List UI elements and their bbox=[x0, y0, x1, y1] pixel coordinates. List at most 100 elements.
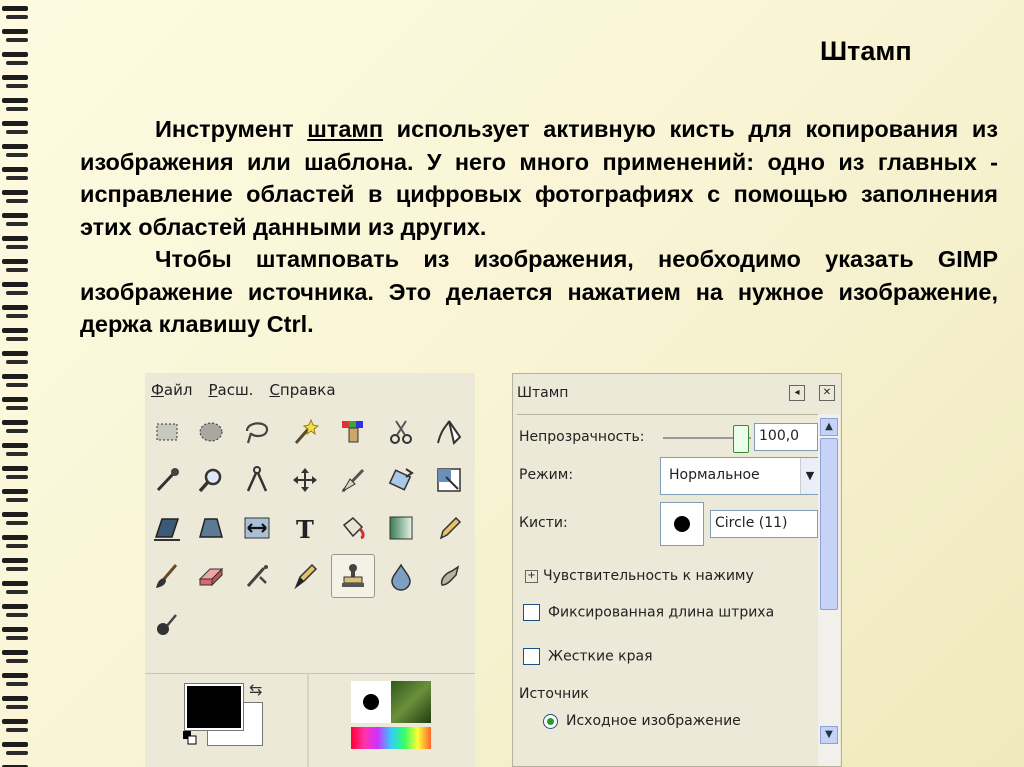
chevron-down-icon[interactable]: ▼ bbox=[800, 458, 819, 494]
pressure-label: Чувствительность к нажиму bbox=[543, 568, 754, 584]
ellipse-select-icon[interactable] bbox=[189, 410, 233, 454]
para1-start: Инструмент bbox=[155, 116, 308, 142]
paintbrush-icon[interactable] bbox=[145, 554, 189, 598]
smudge-icon[interactable] bbox=[427, 554, 471, 598]
binding-coil-shadow bbox=[6, 659, 28, 663]
pattern-preview[interactable] bbox=[391, 681, 431, 723]
source-image-label: Исходное изображение bbox=[566, 713, 741, 729]
binding-coil bbox=[2, 29, 28, 34]
binding-coil bbox=[2, 52, 28, 57]
binding-coil bbox=[2, 512, 28, 517]
source-image-radio[interactable] bbox=[543, 713, 558, 729]
brush-selector[interactable] bbox=[660, 502, 704, 546]
opacity-input[interactable]: 100,0 bbox=[754, 423, 818, 451]
rect-select-icon[interactable] bbox=[145, 410, 189, 454]
zoom-icon[interactable] bbox=[189, 458, 233, 502]
brush-name-field: Circle (11) bbox=[710, 510, 818, 538]
pressure-expander[interactable]: + Чувствительность к нажиму bbox=[525, 568, 754, 584]
binding-coil bbox=[2, 742, 28, 747]
close-icon[interactable]: ✕ bbox=[819, 385, 835, 401]
mode-select[interactable]: Нормальное ▼ bbox=[660, 457, 820, 495]
select-by-color-icon[interactable] bbox=[331, 410, 375, 454]
binding-coil bbox=[2, 213, 28, 218]
keyword-stamp: штамп bbox=[307, 116, 384, 142]
opacity-slider-handle[interactable] bbox=[733, 425, 749, 453]
binding-coil-shadow bbox=[6, 544, 28, 548]
binding-coil bbox=[2, 650, 28, 655]
bucket-fill-icon[interactable] bbox=[331, 506, 375, 550]
binding-coil bbox=[2, 420, 28, 425]
binding-coil-shadow bbox=[6, 728, 28, 732]
binding-coil bbox=[2, 627, 28, 632]
binding-coil-shadow bbox=[6, 406, 28, 410]
move-icon[interactable] bbox=[283, 458, 327, 502]
crop-icon[interactable] bbox=[331, 458, 375, 502]
expand-icon[interactable]: + bbox=[525, 569, 538, 583]
dodge-burn-icon[interactable] bbox=[145, 602, 189, 646]
fixed-stroke-option[interactable]: Фиксированная длина штриха bbox=[523, 604, 774, 621]
paragraph-2: Чтобы штамповать из изображения, необход… bbox=[80, 246, 998, 337]
source-image-option[interactable]: Исходное изображение bbox=[543, 713, 741, 729]
binding-coil-shadow bbox=[6, 337, 28, 341]
airbrush-icon[interactable] bbox=[235, 554, 279, 598]
swap-colors-icon[interactable]: ⇆ bbox=[249, 680, 262, 699]
menu-xtns[interactable]: Расш. bbox=[208, 381, 253, 399]
menu-file[interactable]: Файл bbox=[151, 381, 192, 399]
scroll-down-icon[interactable]: ▼ bbox=[820, 726, 838, 744]
slide-body: Инструмент штамп использует активную кис… bbox=[80, 113, 998, 341]
binding-coil-shadow bbox=[6, 360, 28, 364]
binding-coil bbox=[2, 190, 28, 195]
eraser-icon[interactable] bbox=[189, 554, 233, 598]
binding-coil bbox=[2, 167, 28, 172]
paths-icon[interactable] bbox=[427, 410, 471, 454]
scroll-thumb[interactable] bbox=[820, 438, 838, 610]
fixed-stroke-label: Фиксированная длина штриха bbox=[548, 604, 775, 621]
blur-icon[interactable] bbox=[379, 554, 423, 598]
fuzzy-select-icon[interactable] bbox=[283, 410, 327, 454]
lasso-icon[interactable] bbox=[235, 410, 279, 454]
gradient-preview[interactable] bbox=[351, 727, 431, 749]
panel-menu-icon[interactable]: ◂ bbox=[789, 385, 805, 401]
binding-coil-shadow bbox=[6, 15, 28, 19]
rotate-icon[interactable] bbox=[379, 458, 423, 502]
menu-help[interactable]: Справка bbox=[269, 381, 335, 399]
brush-preview[interactable] bbox=[351, 681, 391, 723]
hard-edge-checkbox[interactable] bbox=[523, 648, 540, 665]
binding-coil-shadow bbox=[6, 475, 28, 479]
options-content: Непрозрачность: 100,0 Режим: Нормальное ▼… bbox=[517, 414, 820, 766]
binding-coil bbox=[2, 98, 28, 103]
binding-coil bbox=[2, 259, 28, 264]
fixed-stroke-checkbox[interactable] bbox=[523, 604, 540, 621]
ink-icon[interactable] bbox=[283, 554, 327, 598]
text-icon[interactable]: T bbox=[283, 506, 327, 550]
binding-coil bbox=[2, 282, 28, 287]
options-scrollbar[interactable]: ▲ ▼ bbox=[818, 414, 840, 766]
binding-coil-shadow bbox=[6, 383, 28, 387]
pencil-icon[interactable] bbox=[427, 506, 471, 550]
binding-coil bbox=[2, 144, 28, 149]
tool-options-panel: Штамп ◂ ✕ Непрозрачность: 100,0 Режим: Н… bbox=[512, 373, 842, 767]
binding-coil bbox=[2, 466, 28, 471]
shear-icon[interactable] bbox=[145, 506, 189, 550]
flip-icon[interactable] bbox=[235, 506, 279, 550]
scale-icon[interactable] bbox=[427, 458, 471, 502]
reset-colors-icon[interactable] bbox=[183, 730, 197, 745]
binding-coil bbox=[2, 328, 28, 333]
color-picker-icon[interactable] bbox=[145, 458, 189, 502]
toolbox-menubar: Файл Расш. Справка bbox=[145, 373, 475, 407]
blend-icon[interactable] bbox=[379, 506, 423, 550]
binding-coil-shadow bbox=[6, 613, 28, 617]
binding-coil bbox=[2, 351, 28, 356]
measure-icon[interactable] bbox=[235, 458, 279, 502]
opacity-label: Непрозрачность: bbox=[519, 429, 645, 445]
scroll-up-icon[interactable]: ▲ bbox=[820, 418, 838, 436]
perspective-icon[interactable] bbox=[189, 506, 233, 550]
scissors-icon[interactable] bbox=[379, 410, 423, 454]
binding-coil-shadow bbox=[6, 107, 28, 111]
hard-edge-option[interactable]: Жесткие края bbox=[523, 648, 653, 665]
binding-coil-shadow bbox=[6, 291, 28, 295]
clone-stamp-icon[interactable] bbox=[331, 554, 375, 598]
paragraph-1: Инструмент штамп использует активную кис… bbox=[80, 113, 998, 243]
mode-value: Нормальное bbox=[669, 467, 760, 483]
foreground-color-swatch[interactable] bbox=[184, 683, 244, 731]
